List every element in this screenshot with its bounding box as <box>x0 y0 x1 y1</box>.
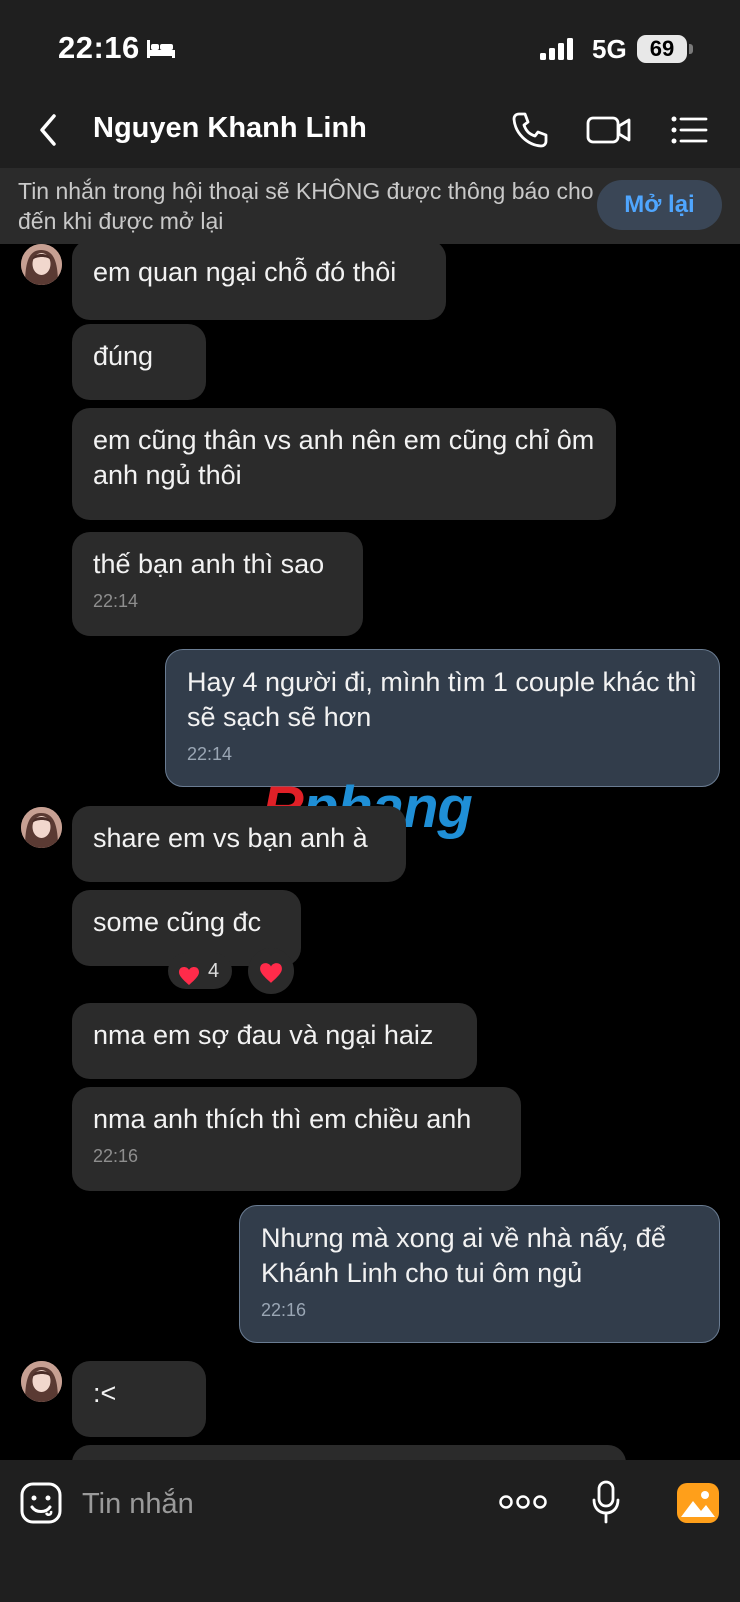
heart-icon <box>178 962 200 998</box>
message-text: thế bạn anh thì sao <box>93 549 325 579</box>
message-text: nma em sợ đau và ngại haiz <box>93 1020 434 1050</box>
battery-indicator: 69 <box>637 35 687 63</box>
mute-banner-text: Tin nhắn trong hội thoại sẽ KHÔNG được t… <box>18 178 594 234</box>
message-bubble[interactable]: thế bạn anh thì sao 22:14 <box>72 532 363 636</box>
heart-icon <box>259 960 283 996</box>
message-bubble[interactable]: em cũng thân vs anh nên em cũng chỉ ôm a… <box>72 408 616 520</box>
battery-nub <box>689 44 693 54</box>
status-bar: 22:16 5G 69 <box>0 0 740 92</box>
message-list[interactable]: em quan ngại chỗ đó thôi đúng em cũng th… <box>0 244 740 1460</box>
message-input[interactable]: Tin nhắn <box>82 1488 194 1521</box>
message-text: :< <box>93 1378 117 1408</box>
status-time: 22:16 <box>58 30 140 65</box>
avatar[interactable] <box>21 244 62 285</box>
avatar[interactable] <box>21 1361 62 1402</box>
message-text: đúng <box>93 341 154 371</box>
more-options-icon[interactable] <box>499 1492 547 1517</box>
video-call-icon[interactable] <box>586 110 632 155</box>
mute-notification-banner: Tin nhắn trong hội thoại sẽ KHÔNG được t… <box>0 168 740 244</box>
message-text: em quan ngại chỗ đó thôi <box>93 257 397 287</box>
contact-name[interactable]: Nguyen Khanh Linh <box>93 112 367 145</box>
message-text: Nhưng mà xong ai về nhà nấy, để Khánh Li… <box>261 1223 666 1288</box>
message-bubble-partial[interactable] <box>72 1445 626 1460</box>
sleep-mode-icon <box>146 38 176 65</box>
cellular-signal-icon <box>540 38 574 65</box>
phone-call-icon[interactable] <box>510 110 550 155</box>
message-bubble-outgoing[interactable]: Hay 4 người đi, mình tìm 1 couple khác t… <box>165 649 720 787</box>
microphone-icon[interactable] <box>591 1480 621 1529</box>
gallery-icon[interactable] <box>677 1483 719 1528</box>
message-composer: Tin nhắn <box>0 1460 740 1602</box>
message-time: 22:14 <box>93 591 139 611</box>
react-button[interactable] <box>248 948 294 994</box>
message-bubble[interactable]: đúng <box>72 324 206 400</box>
message-time: 22:14 <box>187 744 233 764</box>
menu-list-icon[interactable] <box>670 110 708 155</box>
message-time: 22:16 <box>261 1300 307 1320</box>
reaction-count: 4 <box>208 960 220 982</box>
message-bubble[interactable]: nma em sợ đau và ngại haiz <box>72 1003 477 1079</box>
message-bubble[interactable]: :< <box>72 1361 206 1437</box>
message-text: nma anh thích thì em chiều anh <box>93 1104 472 1134</box>
message-text: Hay 4 người đi, mình tìm 1 couple khác t… <box>187 667 698 732</box>
message-bubble-outgoing[interactable]: Nhưng mà xong ai về nhà nấy, để Khánh Li… <box>239 1205 720 1343</box>
back-icon[interactable] <box>36 110 60 155</box>
sticker-emoji-icon[interactable] <box>20 1482 62 1529</box>
chat-header: Nguyen Khanh Linh <box>0 92 740 168</box>
message-bubble[interactable]: nma anh thích thì em chiều anh 22:16 <box>72 1087 521 1191</box>
reaction-summary[interactable]: 4 <box>168 953 232 989</box>
message-text: share em vs bạn anh à <box>93 823 368 853</box>
message-bubble[interactable]: em quan ngại chỗ đó thôi <box>72 244 446 320</box>
network-type: 5G <box>592 34 627 64</box>
message-text: em cũng thân vs anh nên em cũng chỉ ôm a… <box>93 425 595 490</box>
message-time: 22:16 <box>93 1146 139 1166</box>
message-bubble[interactable]: share em vs bạn anh à <box>72 806 406 882</box>
unmute-button[interactable]: Mở lại <box>597 180 722 230</box>
message-text: some cũng đc <box>93 907 262 937</box>
avatar[interactable] <box>21 807 62 848</box>
